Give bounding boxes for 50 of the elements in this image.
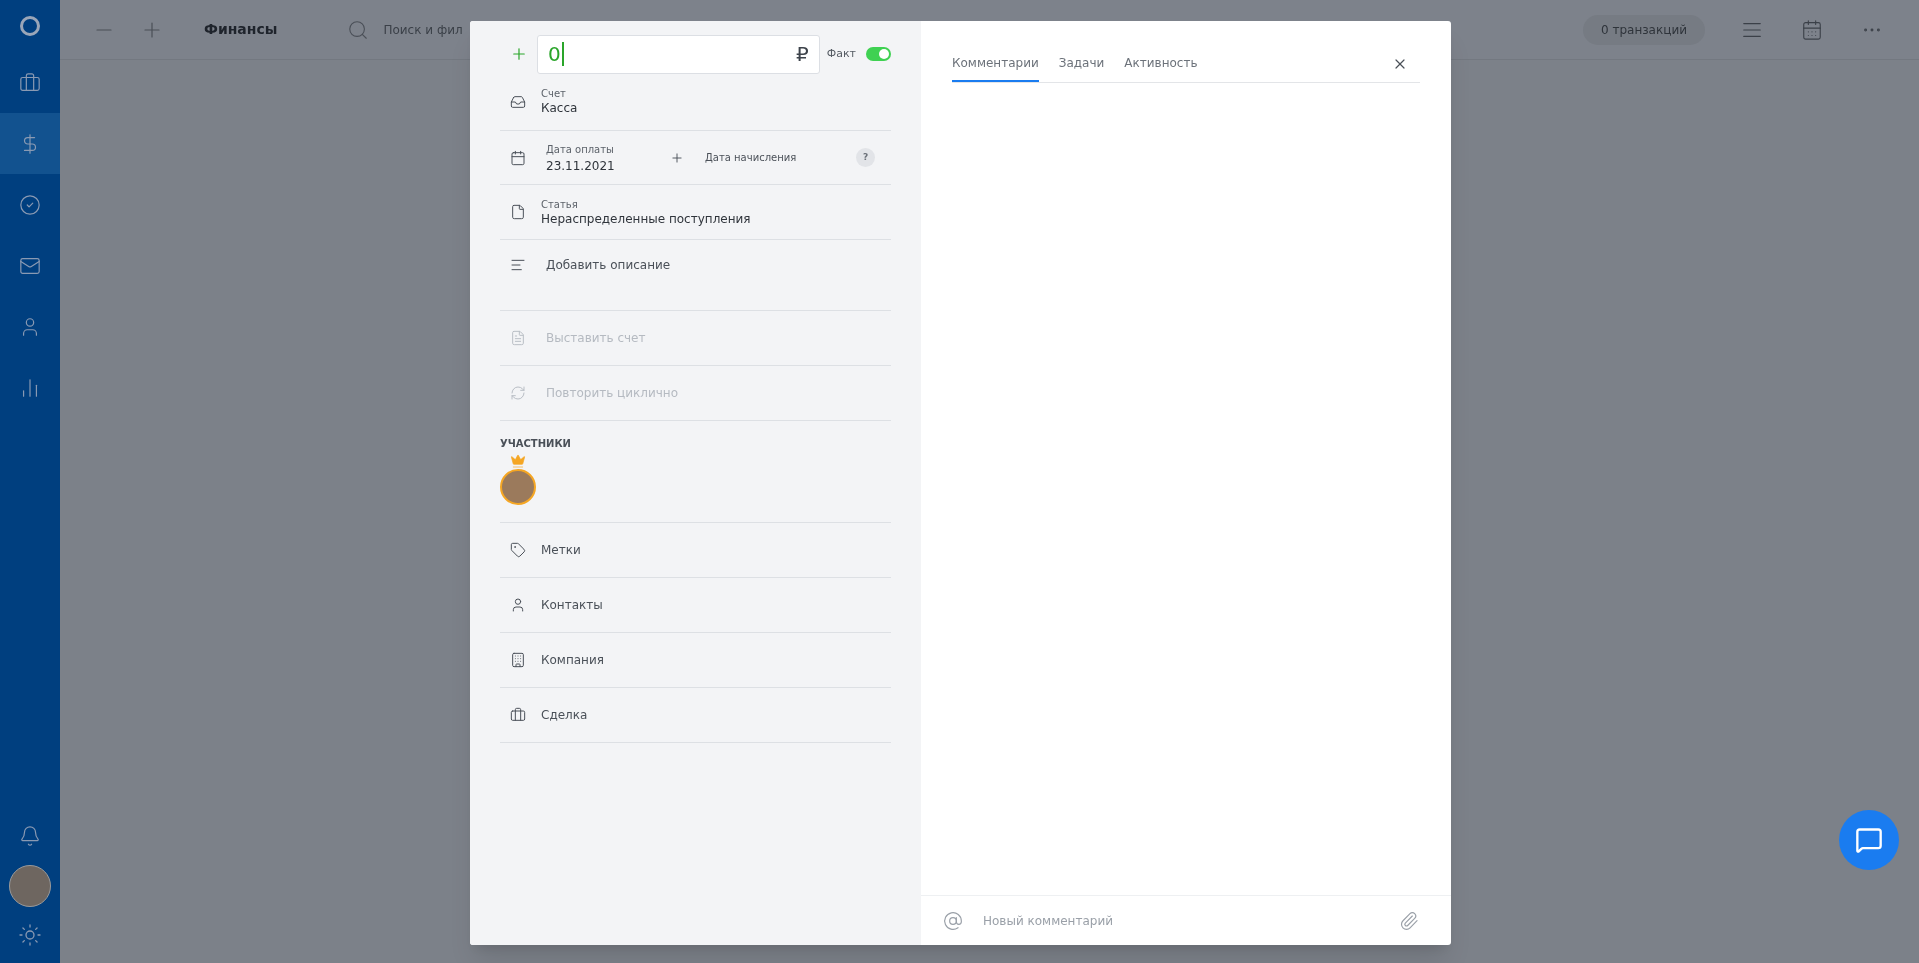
bell-icon[interactable]	[19, 825, 41, 847]
logo-icon	[20, 16, 40, 36]
file-icon	[510, 204, 526, 220]
accrual-date-button[interactable]: Дата начисления	[705, 150, 797, 165]
help-badge[interactable]: ?	[856, 148, 875, 167]
amount-value: 0	[548, 42, 564, 66]
plus-icon[interactable]	[510, 45, 528, 63]
fact-toggle[interactable]	[866, 47, 891, 61]
mention-icon[interactable]	[943, 910, 963, 931]
calendar-icon[interactable]	[1801, 18, 1823, 41]
calendar-icon	[510, 149, 526, 166]
link-item[interactable]: Компания	[541, 651, 604, 669]
check-circle-icon	[19, 193, 41, 216]
nav-item[interactable]	[0, 113, 60, 174]
tab[interactable]: Активность	[1124, 45, 1198, 82]
fact-label: Факт	[826, 45, 856, 62]
tag-icon	[510, 542, 526, 558]
page-title: Финансы	[204, 20, 278, 39]
link-item[interactable]: Сделка	[541, 706, 588, 724]
section-heading: УЧАСТНИКИ	[500, 437, 572, 451]
building-icon	[510, 652, 526, 668]
tab[interactable]: Задачи	[1058, 45, 1105, 82]
amount-field[interactable]: 0 ₽	[537, 34, 820, 74]
tray-icon	[510, 93, 526, 110]
paperclip-icon[interactable]	[1399, 910, 1419, 931]
link-item[interactable]: Контакты	[541, 596, 603, 614]
chat-button[interactable]	[1839, 810, 1899, 870]
briefcase-icon	[19, 71, 41, 94]
refresh-icon	[510, 385, 526, 401]
field-value[interactable]: Касса	[541, 101, 578, 116]
plus-icon[interactable]	[670, 150, 684, 165]
tab[interactable]: Комментарии	[952, 45, 1039, 82]
chat-icon	[1855, 826, 1883, 854]
field-label: Дата оплаты	[546, 142, 615, 157]
document-icon	[510, 330, 526, 346]
link-item[interactable]: Метки	[541, 541, 581, 559]
sun-icon[interactable]	[18, 923, 42, 947]
lines-icon	[510, 257, 526, 273]
briefcase-icon	[510, 707, 526, 723]
avatar[interactable]	[9, 865, 51, 907]
field-value[interactable]: 23.11.2021	[546, 157, 670, 174]
person-icon	[510, 597, 526, 613]
description-field[interactable]: Добавить описание	[546, 256, 671, 274]
currency-sign: ₽	[796, 41, 809, 68]
field-label: Статья	[541, 197, 579, 212]
search-icon[interactable]	[347, 18, 370, 41]
transaction-count: 0 транзакций	[1583, 14, 1705, 45]
member-avatar[interactable]	[500, 469, 536, 505]
field-value[interactable]: Нераспределенные поступления	[541, 211, 751, 227]
field-label: Счет	[541, 87, 567, 101]
